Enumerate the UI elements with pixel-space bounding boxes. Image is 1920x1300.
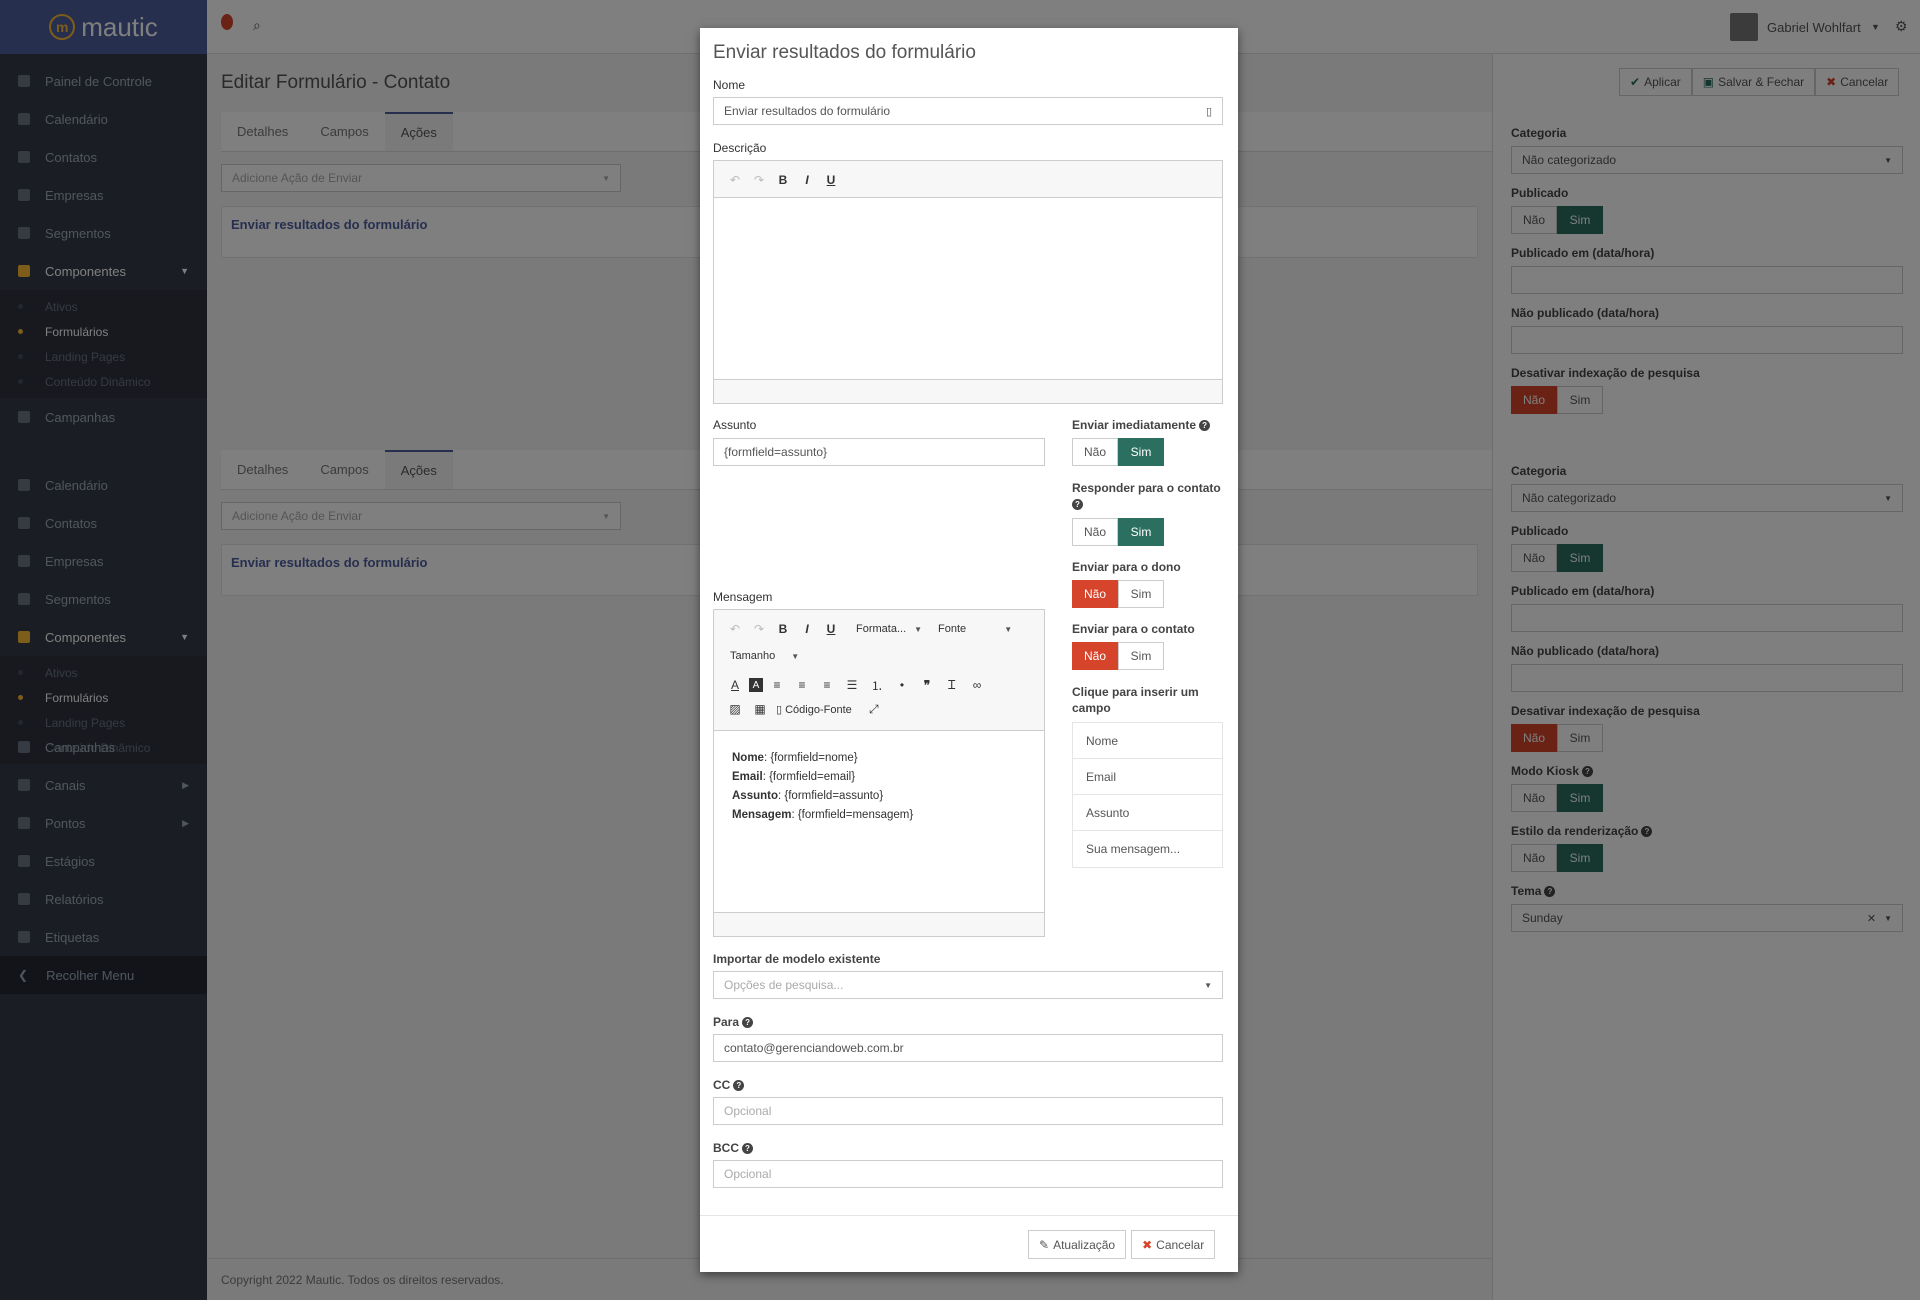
help-icon[interactable]: ? [742, 1143, 753, 1155]
undo-icon[interactable]: ↶ [724, 618, 746, 640]
table-icon[interactable]: ▦ [749, 698, 771, 720]
format-select[interactable]: Formata... [856, 623, 906, 635]
bold-icon[interactable]: B [772, 169, 794, 191]
to-input[interactable]: contato@gerenciandoweb.com.br [713, 1034, 1223, 1062]
help-icon[interactable]: ? [742, 1017, 754, 1029]
send-to-contact-toggle[interactable]: Não Sim [1072, 642, 1164, 670]
align-left-icon[interactable]: ≡ [766, 674, 788, 696]
ordered-list-icon[interactable]: ⒈ [866, 674, 888, 696]
cc-input[interactable]: Opcional [713, 1097, 1223, 1125]
modal-footer-divider [700, 1215, 1238, 1216]
align-right-icon[interactable]: ≡ [816, 674, 838, 696]
modal-footer: ✎ Atualização ✖ Cancelar [1028, 1230, 1216, 1259]
bold-icon[interactable]: B [772, 618, 794, 640]
send-immediately-toggle[interactable]: Não Sim [1072, 438, 1164, 466]
text-color-icon[interactable]: A [724, 674, 746, 696]
file-code-icon: ▯ [776, 703, 786, 716]
close-icon: ✖ [1142, 1237, 1153, 1252]
help-icon[interactable]: ? [733, 1080, 745, 1092]
cancel-button[interactable]: ✖ Cancelar [1131, 1230, 1216, 1259]
bg-color-icon[interactable]: A [749, 678, 763, 692]
italic-icon[interactable]: I [796, 618, 818, 640]
italic-icon[interactable]: I [796, 169, 818, 191]
field-insert-item[interactable]: Sua mensagem... [1073, 831, 1222, 867]
bcc-input[interactable]: Opcional [713, 1160, 1223, 1188]
field-insert-item[interactable]: Nome [1073, 723, 1222, 759]
align-justify-icon[interactable]: ☰ [841, 674, 863, 696]
underline-icon[interactable]: U [820, 169, 842, 191]
name-input[interactable]: Enviar resultados do formulário ▯ [713, 97, 1223, 125]
send-to-owner-toggle[interactable]: Não Sim [1072, 580, 1164, 608]
caret-down-icon: ▼ [791, 651, 800, 661]
link-icon[interactable]: ∞ [966, 674, 988, 696]
caret-down-icon: ▼ [1004, 624, 1013, 634]
pencil-icon: ✎ [1039, 1237, 1050, 1252]
help-icon[interactable]: ? [1199, 420, 1211, 432]
message-toolbar: ↶ ↷ B I U Formata... ▼ Fonte ▼ Tamanho ▼ A … [714, 610, 1044, 731]
modal-send-results: Enviar resultados do formulário Nome Env… [700, 28, 1238, 1272]
message-editor[interactable]: ↶ ↷ B I U Formata... ▼ Fonte ▼ Tamanho ▼ A … [713, 609, 1045, 937]
field-insert-item[interactable]: Assunto [1073, 795, 1222, 831]
image-icon[interactable]: ▨ [724, 698, 746, 720]
modal-options-col: Enviar imediatamente? Não Sim Responder p… [1072, 418, 1227, 868]
update-button[interactable]: ✎ Atualização [1028, 1230, 1127, 1259]
clipboard-icon: ▯ [1205, 105, 1212, 118]
clear-format-icon[interactable]: Ꮖ [941, 674, 963, 696]
help-icon[interactable]: ? [1072, 499, 1083, 511]
description-statusbar [714, 379, 1222, 403]
description-toolbar: ↶ ↷ B I U [714, 161, 1222, 198]
align-center-icon[interactable]: ≡ [791, 674, 813, 696]
redo-icon[interactable]: ↷ [748, 618, 770, 640]
caret-down-icon: ▼ [1204, 980, 1212, 990]
fullscreen-icon[interactable]: ⤢ [863, 698, 885, 720]
size-select[interactable]: Tamanho [730, 650, 775, 662]
underline-icon[interactable]: U [820, 618, 842, 640]
subject-input[interactable]: {formfield=assunto} [713, 438, 1045, 466]
undo-icon[interactable]: ↶ [724, 169, 746, 191]
source-code-button[interactable]: ▯ Código-Fonte [776, 703, 852, 716]
message-statusbar [714, 912, 1044, 936]
reply-to-contact-toggle[interactable]: Não Sim [1072, 518, 1164, 546]
field-insert-item[interactable]: Email [1073, 759, 1222, 795]
description-editor[interactable]: ↶ ↷ B I U [713, 160, 1223, 404]
bullet-list-icon[interactable]: • [891, 674, 913, 696]
message-body[interactable]: Nome: {formfield=nome} Email: {formfield… [714, 731, 1044, 843]
import-template-select[interactable]: Opções de pesquisa... ▼ [713, 971, 1223, 999]
field-insert-list: Nome Email Assunto Sua mensagem... [1072, 722, 1223, 868]
redo-icon[interactable]: ↷ [748, 169, 770, 191]
caret-down-icon: ▼ [914, 624, 923, 634]
blockquote-icon[interactable]: ❞ [916, 674, 938, 696]
modal-title: Enviar resultados do formulário [713, 42, 976, 63]
font-select[interactable]: Fonte [938, 623, 966, 635]
